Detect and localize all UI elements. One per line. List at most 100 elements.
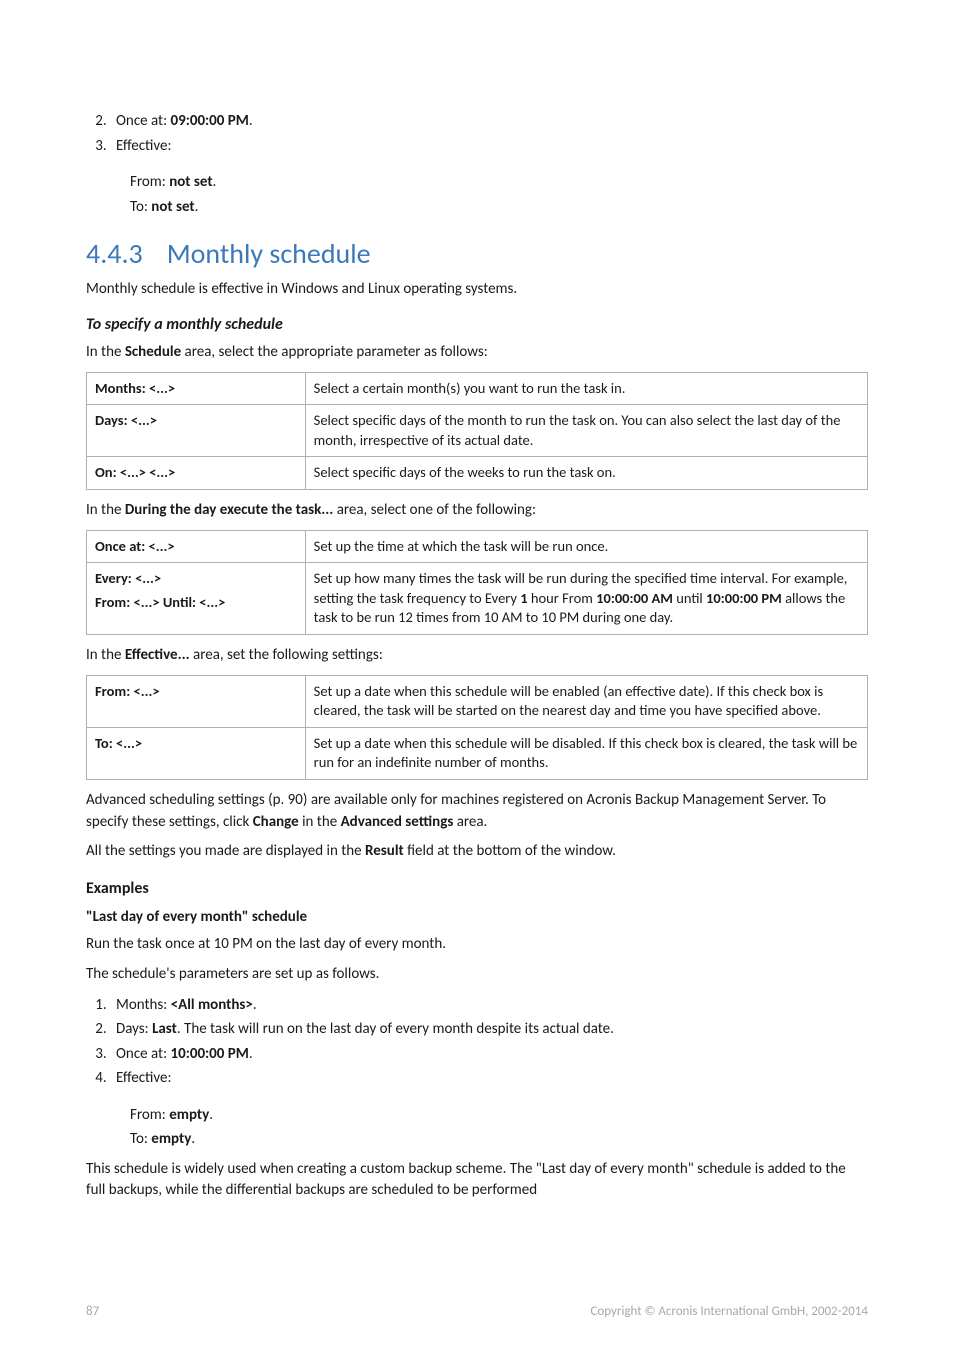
section-title: Monthly schedule <box>167 236 371 271</box>
intro-ordered-list: Once at: 09:00:00 PM. Effective: <box>86 110 868 157</box>
schedule-area-lead: In the Schedule area, select the appropr… <box>86 342 868 364</box>
example-from-line: From: empty. <box>130 1104 868 1127</box>
during-day-table: Once at: <...> Set up the time at which … <box>86 530 868 635</box>
during-day-lead: In the During the day execute the task..… <box>86 500 868 522</box>
param-label: Once at: <...> <box>87 530 306 563</box>
table-row: From: <...> Set up a date when this sche… <box>87 675 868 727</box>
list-item-prefix: Days: <box>116 1020 152 1038</box>
param-label-multi: Every: <...> From: <...> Until: <...> <box>87 563 306 635</box>
list-item-prefix: Once at: <box>116 1045 171 1063</box>
param-desc: Select specific days of the month to run… <box>305 405 867 457</box>
list-item-prefix: Once at: <box>116 112 171 130</box>
list-item-once-at: Once at: 09:00:00 PM. <box>110 110 868 133</box>
label-value: not set <box>151 198 194 216</box>
list-item: Effective: <box>110 1067 868 1090</box>
lastday-para2: The schedule's parameters are set up as … <box>86 964 868 986</box>
label-prefix: From: <box>130 1106 169 1124</box>
param-label-line1: Every: <...> <box>95 569 297 589</box>
param-desc: Select a certain month(s) you want to ru… <box>305 372 867 405</box>
label-suffix: . <box>209 1106 213 1124</box>
lastday-heading: "Last day of every month" schedule <box>86 908 868 926</box>
effective-to-line: To: not set. <box>130 196 868 219</box>
text-b: During the day execute the task... <box>125 501 333 519</box>
document-page: Once at: 09:00:00 PM. Effective: From: n… <box>0 0 954 1349</box>
table-row: Days: <...> Select specific days of the … <box>87 405 868 457</box>
desc-e: until <box>673 589 706 607</box>
param-desc-rich: Set up how many times the task will be r… <box>305 563 867 635</box>
closing-paragraph: This schedule is widely used when creati… <box>86 1159 868 1203</box>
param-label: On: <...> <...> <box>87 457 306 490</box>
copyright-text: Copyright © Acronis International GmbH, … <box>590 1304 868 1319</box>
list-item-value: <All months> <box>171 996 253 1014</box>
text-b: Result <box>365 842 404 860</box>
list-item: Months: <All months>. <box>110 994 868 1017</box>
list-item: Once at: 10:00:00 PM. <box>110 1043 868 1066</box>
param-desc: Set up a date when this schedule will be… <box>305 727 867 779</box>
table-row: On: <...> <...> Select specific days of … <box>87 457 868 490</box>
effective-area-lead: In the Effective... area, set the follow… <box>86 645 868 667</box>
label-suffix: . <box>213 173 217 191</box>
table-row: To: <...> Set up a date when this schedu… <box>87 727 868 779</box>
text-b: Change <box>253 813 299 831</box>
list-item-effective: Effective: <box>110 135 868 158</box>
section-number: 4.4.3 <box>86 236 143 271</box>
result-field-paragraph: All the settings you made are displayed … <box>86 841 868 863</box>
desc-f: 10:00:00 PM <box>706 589 782 607</box>
list-item: Days: Last. The task will run on the las… <box>110 1018 868 1041</box>
text-c: in the <box>299 813 341 831</box>
label-value: empty <box>151 1130 191 1148</box>
label-suffix: . <box>195 198 199 216</box>
list-item-suffix: . <box>253 996 257 1014</box>
advanced-settings-paragraph: Advanced scheduling settings (p. 90) are… <box>86 790 868 834</box>
label-prefix: From: <box>130 173 169 191</box>
desc-d: 10:00:00 AM <box>596 589 673 607</box>
list-item-value: 09:00:00 PM <box>171 112 249 130</box>
param-desc: Select specific days of the weeks to run… <box>305 457 867 490</box>
list-item-suffix: . The task will run on the last day of e… <box>177 1020 614 1038</box>
text-c: field at the bottom of the window. <box>404 842 616 860</box>
effective-from-line: From: not set. <box>130 171 868 194</box>
table-row: Every: <...> From: <...> Until: <...> Se… <box>87 563 868 635</box>
text-a: All the settings you made are displayed … <box>86 842 365 860</box>
example-to-line: To: empty. <box>130 1128 868 1151</box>
text-a: In the <box>86 646 125 664</box>
schedule-params-table: Months: <...> Select a certain month(s) … <box>86 372 868 490</box>
text-b: Schedule <box>125 343 181 361</box>
desc-b: 1 <box>520 589 527 607</box>
label-prefix: To: <box>130 1130 151 1148</box>
param-label: To: <...> <box>87 727 306 779</box>
param-label-line2: From: <...> Until: <...> <box>95 593 297 613</box>
param-desc: Set up a date when this schedule will be… <box>305 675 867 727</box>
desc-c: hour From <box>528 589 597 607</box>
param-desc: Set up the time at which the task will b… <box>305 530 867 563</box>
text-c: area, select the appropriate parameter a… <box>181 343 488 361</box>
list-item-value: Last <box>152 1020 177 1038</box>
list-item-text: Effective: <box>116 1069 172 1087</box>
specify-heading: To specify a monthly schedule <box>86 315 868 334</box>
table-row: Months: <...> Select a certain month(s) … <box>87 372 868 405</box>
table-row: Once at: <...> Set up the time at which … <box>87 530 868 563</box>
page-footer: 87 Copyright © Acronis International Gmb… <box>86 1304 868 1319</box>
param-label: From: <...> <box>87 675 306 727</box>
list-item-prefix: Months: <box>116 996 171 1014</box>
text-a: In the <box>86 343 125 361</box>
examples-heading: Examples <box>86 879 868 898</box>
page-number: 87 <box>86 1304 99 1319</box>
label-value: not set <box>169 173 212 191</box>
list-item-suffix: . <box>249 112 253 130</box>
effective-table: From: <...> Set up a date when this sche… <box>86 675 868 780</box>
text-c: area, set the following settings: <box>190 646 383 664</box>
lastday-para1: Run the task once at 10 PM on the last d… <box>86 934 868 956</box>
label-suffix: . <box>191 1130 195 1148</box>
example-ordered-list: Months: <All months>. Days: Last. The ta… <box>86 994 868 1090</box>
text-e: area. <box>453 813 487 831</box>
label-value: empty <box>169 1106 209 1124</box>
text-d: Advanced settings <box>341 813 454 831</box>
section-heading: 4.4.3 Monthly schedule <box>86 236 868 271</box>
param-label: Months: <...> <box>87 372 306 405</box>
text-c: area, select one of the following: <box>333 501 536 519</box>
text-b: Effective... <box>125 646 190 664</box>
text-a: In the <box>86 501 125 519</box>
label-prefix: To: <box>130 198 151 216</box>
list-item-text: Effective: <box>116 137 172 155</box>
